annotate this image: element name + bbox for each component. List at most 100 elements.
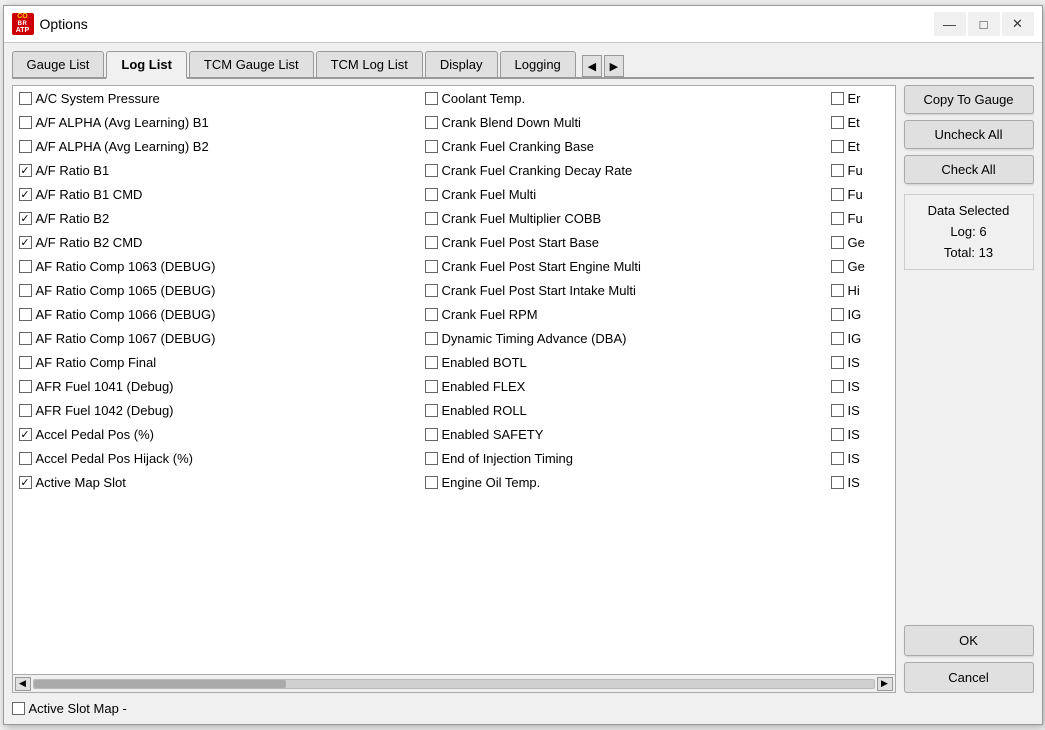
list-item[interactable]: Crank Fuel Cranking Decay Rate — [419, 158, 825, 182]
tab-tcm-log-list[interactable]: TCM Log List — [316, 51, 423, 77]
list-scroll[interactable]: A/C System PressureA/F ALPHA (Avg Learni… — [13, 86, 895, 674]
list-item[interactable]: Crank Fuel RPM — [419, 302, 825, 326]
list-item-checkbox[interactable] — [425, 212, 438, 225]
list-item-checkbox[interactable] — [19, 428, 32, 441]
list-item[interactable]: IS — [825, 446, 895, 470]
list-item-checkbox[interactable] — [831, 332, 844, 345]
uncheck-all-button[interactable]: Uncheck All — [904, 120, 1034, 149]
scroll-left-button[interactable]: ◀ — [15, 677, 31, 691]
list-item[interactable]: AFR Fuel 1042 (Debug) — [13, 398, 419, 422]
list-item-checkbox[interactable] — [831, 404, 844, 417]
list-item-checkbox[interactable] — [425, 452, 438, 465]
list-item[interactable]: IS — [825, 422, 895, 446]
list-item-checkbox[interactable] — [831, 476, 844, 489]
list-item[interactable]: Fu — [825, 206, 895, 230]
tab-logging[interactable]: Logging — [500, 51, 576, 77]
list-item[interactable]: Accel Pedal Pos Hijack (%) — [13, 446, 419, 470]
list-item-checkbox[interactable] — [19, 380, 32, 393]
list-item[interactable]: A/F Ratio B2 CMD — [13, 230, 419, 254]
list-item-checkbox[interactable] — [19, 188, 32, 201]
list-item-checkbox[interactable] — [831, 452, 844, 465]
tab-next-button[interactable]: ▶ — [604, 55, 624, 77]
list-item[interactable]: Crank Fuel Post Start Base — [419, 230, 825, 254]
list-item-checkbox[interactable] — [831, 308, 844, 321]
active-slot-map-checkbox[interactable] — [12, 702, 25, 715]
list-item[interactable]: Enabled ROLL — [419, 398, 825, 422]
list-item[interactable]: Active Map Slot — [13, 470, 419, 494]
list-item[interactable]: IG — [825, 326, 895, 350]
list-item[interactable]: A/F ALPHA (Avg Learning) B1 — [13, 110, 419, 134]
list-item[interactable]: A/F Ratio B1 — [13, 158, 419, 182]
list-item[interactable]: Enabled BOTL — [419, 350, 825, 374]
list-item-checkbox[interactable] — [19, 404, 32, 417]
list-item-checkbox[interactable] — [19, 212, 32, 225]
list-item[interactable]: AF Ratio Comp 1065 (DEBUG) — [13, 278, 419, 302]
list-item[interactable]: Ge — [825, 230, 895, 254]
tab-display[interactable]: Display — [425, 51, 498, 77]
list-item[interactable]: AF Ratio Comp 1067 (DEBUG) — [13, 326, 419, 350]
list-item-checkbox[interactable] — [425, 428, 438, 441]
list-item-checkbox[interactable] — [19, 332, 32, 345]
list-item-checkbox[interactable] — [831, 356, 844, 369]
list-item[interactable]: Et — [825, 134, 895, 158]
list-item[interactable]: Accel Pedal Pos (%) — [13, 422, 419, 446]
list-item-checkbox[interactable] — [425, 140, 438, 153]
list-item-checkbox[interactable] — [19, 164, 32, 177]
list-item[interactable]: AF Ratio Comp 1066 (DEBUG) — [13, 302, 419, 326]
list-item-checkbox[interactable] — [831, 380, 844, 393]
list-item-checkbox[interactable] — [425, 404, 438, 417]
list-item-checkbox[interactable] — [19, 308, 32, 321]
list-item-checkbox[interactable] — [425, 476, 438, 489]
close-button[interactable]: ✕ — [1002, 12, 1034, 36]
list-item[interactable]: Enabled FLEX — [419, 374, 825, 398]
check-all-button[interactable]: Check All — [904, 155, 1034, 184]
list-item[interactable]: Crank Fuel Multiplier COBB — [419, 206, 825, 230]
tab-gauge-list[interactable]: Gauge List — [12, 51, 105, 77]
list-item[interactable]: Crank Blend Down Multi — [419, 110, 825, 134]
list-item-checkbox[interactable] — [425, 284, 438, 297]
list-item[interactable]: Et — [825, 110, 895, 134]
list-item[interactable]: Crank Fuel Cranking Base — [419, 134, 825, 158]
list-item-checkbox[interactable] — [831, 164, 844, 177]
list-item-checkbox[interactable] — [425, 116, 438, 129]
list-item[interactable]: IS — [825, 470, 895, 494]
list-item-checkbox[interactable] — [831, 116, 844, 129]
copy-to-gauge-button[interactable]: Copy To Gauge — [904, 85, 1034, 114]
tab-log-list[interactable]: Log List — [106, 51, 187, 79]
tab-tcm-gauge-list[interactable]: TCM Gauge List — [189, 51, 314, 77]
list-item[interactable]: IS — [825, 350, 895, 374]
list-item[interactable]: Engine Oil Temp. — [419, 470, 825, 494]
list-item-checkbox[interactable] — [19, 284, 32, 297]
ok-button[interactable]: OK — [904, 625, 1034, 656]
list-item[interactable]: IS — [825, 374, 895, 398]
list-item[interactable]: IG — [825, 302, 895, 326]
list-item[interactable]: A/F Ratio B1 CMD — [13, 182, 419, 206]
list-item-checkbox[interactable] — [831, 188, 844, 201]
list-item-checkbox[interactable] — [425, 92, 438, 105]
minimize-button[interactable]: — — [934, 12, 966, 36]
list-item[interactable]: Crank Fuel Post Start Engine Multi — [419, 254, 825, 278]
list-item-checkbox[interactable] — [19, 236, 32, 249]
list-item-checkbox[interactable] — [425, 236, 438, 249]
cancel-button[interactable]: Cancel — [904, 662, 1034, 693]
list-item-checkbox[interactable] — [19, 92, 32, 105]
list-item[interactable]: AF Ratio Comp Final — [13, 350, 419, 374]
list-item-checkbox[interactable] — [425, 332, 438, 345]
list-item-checkbox[interactable] — [19, 140, 32, 153]
list-item-checkbox[interactable] — [425, 308, 438, 321]
scroll-right-button[interactable]: ▶ — [877, 677, 893, 691]
list-item-checkbox[interactable] — [425, 260, 438, 273]
list-item[interactable]: IS — [825, 398, 895, 422]
scroll-track[interactable] — [33, 679, 875, 689]
list-item[interactable]: Fu — [825, 158, 895, 182]
list-item[interactable]: End of Injection Timing — [419, 446, 825, 470]
list-item[interactable]: A/C System Pressure — [13, 86, 419, 110]
list-item-checkbox[interactable] — [831, 212, 844, 225]
list-item[interactable]: Coolant Temp. — [419, 86, 825, 110]
list-item[interactable]: A/F ALPHA (Avg Learning) B2 — [13, 134, 419, 158]
list-item[interactable]: A/F Ratio B2 — [13, 206, 419, 230]
list-item-checkbox[interactable] — [19, 116, 32, 129]
list-item[interactable]: AFR Fuel 1041 (Debug) — [13, 374, 419, 398]
list-item-checkbox[interactable] — [831, 236, 844, 249]
list-item-checkbox[interactable] — [425, 188, 438, 201]
